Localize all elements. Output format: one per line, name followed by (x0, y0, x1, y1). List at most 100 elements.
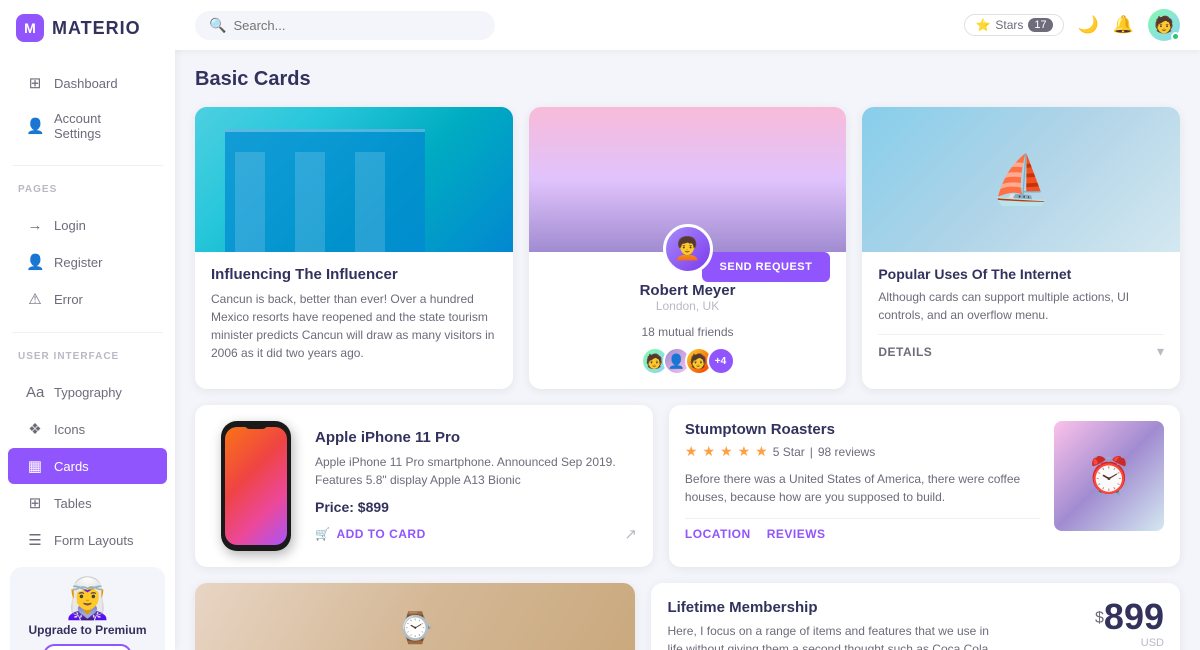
sidebar-item-login[interactable]: → Login (8, 208, 167, 243)
stumptown-image: ⏰ (1054, 421, 1164, 531)
sidebar-item-account-settings[interactable]: 👤 Account Settings (8, 102, 167, 150)
card-stumptown-text: Before there was a United States of Amer… (685, 470, 1040, 506)
avatar[interactable]: 🧑 (1148, 9, 1180, 41)
star-2: ★ (702, 443, 715, 460)
forms-icon: ☰ (26, 531, 44, 549)
sidebar-item-label: Typography (54, 385, 122, 400)
register-icon: 👤 (26, 253, 44, 271)
stumptown-info: Stumptown Roasters ★ ★ ★ ★ ★ 5 Star | 98… (685, 421, 1040, 541)
details-link[interactable]: DETAILS (878, 345, 932, 359)
card-popular-title: Popular Uses Of The Internet (878, 266, 1164, 282)
card-popular-image: ⛵ (862, 107, 1180, 252)
card-iphone-price: Price: $899 (315, 499, 637, 515)
topbar: 🔍 ⭐ Stars 17 🌙 🔔 🧑 (175, 0, 1200, 50)
dashboard-icon: ⊞ (26, 74, 44, 92)
card-lifetime-body: Lifetime Membership Here, I focus on a r… (651, 583, 1180, 650)
upgrade-box: 🧝‍♀️ Upgrade to Premium UPGRADE (10, 567, 165, 650)
sidebar-item-label: Tables (54, 496, 92, 511)
cart-icon: 🛒 (315, 527, 330, 541)
search-box[interactable]: 🔍 (195, 11, 495, 40)
cards-icon: ▦ (26, 457, 44, 475)
content-area: Basic Cards Influencing The Influencer C… (175, 50, 1200, 650)
stars-row: ★ ★ ★ ★ ★ 5 Star | 98 reviews (685, 443, 1040, 460)
star-1: ★ (685, 443, 698, 460)
card-popular-details-row: DETAILS ▾ (878, 334, 1164, 360)
divider-pages (12, 165, 163, 166)
star-label: 5 Star (773, 445, 805, 459)
friend-avatars: 🧑 👤 🧑 +4 (545, 347, 831, 375)
iphone-shape (221, 421, 291, 551)
card-robert: 🧑‍🦱 SEND REQUEST Robert Meyer London, UK… (529, 107, 847, 389)
lifetime-info: Lifetime Membership Here, I focus on a r… (667, 599, 1007, 650)
upgrade-avatar-icon: 🧝‍♀️ (20, 579, 155, 619)
sidebar-pages-nav: → Login 👤 Register ⚠ Error (0, 199, 175, 326)
sidebar-item-cards[interactable]: ▦ Cards (8, 448, 167, 484)
cards-row-1: Influencing The Influencer Cancun is bac… (195, 107, 1180, 389)
card-robert-location: London, UK (545, 299, 831, 313)
sidebar-item-dashboard[interactable]: ⊞ Dashboard (8, 65, 167, 101)
sidebar-item-label: Icons (54, 422, 85, 437)
card-lifetime-title: Lifetime Membership (667, 599, 1007, 616)
stars-label: Stars (995, 18, 1023, 32)
cards-row-2: Apple iPhone 11 Pro Apple iPhone 11 Pro … (195, 405, 1180, 567)
card-stumptown-title: Stumptown Roasters (685, 421, 1040, 438)
typography-icon: Aa (26, 384, 44, 401)
sidebar-item-form-layouts[interactable]: ☰ Form Layouts (8, 522, 167, 558)
reviews-link[interactable]: REVIEWS (767, 527, 826, 541)
card-influencer: Influencing The Influencer Cancun is bac… (195, 107, 513, 389)
card-iphone-text: Apple iPhone 11 Pro smartphone. Announce… (315, 453, 637, 489)
price-unit: USD (1141, 637, 1164, 649)
stars-badge[interactable]: ⭐ Stars 17 (964, 14, 1063, 36)
notifications-icon[interactable]: 🔔 (1113, 15, 1134, 35)
search-input[interactable] (233, 18, 481, 33)
iphone-image-box (211, 421, 301, 551)
cards-row-3: ⌚ Lifetime Membership Here, I focus on a… (195, 583, 1180, 650)
card-influencer-image (195, 107, 513, 252)
add-to-card-button[interactable]: 🛒 ADD TO CARD (315, 527, 426, 541)
building-graphic (195, 107, 513, 252)
section-label-ui: USER INTERFACE (0, 339, 175, 366)
share-icon[interactable]: ↗ (624, 525, 637, 543)
upgrade-button[interactable]: UPGRADE (43, 644, 132, 650)
stumptown-actions: LOCATION REVIEWS (685, 518, 1040, 541)
card-iphone-title: Apple iPhone 11 Pro (315, 429, 637, 446)
card-arm-image: ⌚ (195, 583, 635, 650)
iphone-notch (244, 421, 268, 429)
card-popular: ⛵ Popular Uses Of The Internet Although … (862, 107, 1180, 389)
page-title: Basic Cards (195, 68, 1180, 91)
sidebar-item-tables[interactable]: ⊞ Tables (8, 485, 167, 521)
sidebar-main-nav: ⊞ Dashboard 👤 Account Settings (0, 56, 175, 159)
sidebar-item-register[interactable]: 👤 Register (8, 244, 167, 280)
paper-boat-icon: ⛵ (991, 151, 1051, 208)
sidebar-item-error[interactable]: ⚠ Error (8, 281, 167, 317)
card-iphone: Apple iPhone 11 Pro Apple iPhone 11 Pro … (195, 405, 653, 567)
watch-icon: ⌚ (397, 611, 434, 646)
card-robert-name: Robert Meyer (545, 282, 831, 299)
card-popular-text: Although cards can support multiple acti… (878, 288, 1164, 324)
icons-icon: ❖ (26, 420, 44, 438)
logo-icon: M (16, 14, 44, 42)
sidebar-item-label: Error (54, 292, 83, 307)
sidebar-item-icons[interactable]: ❖ Icons (8, 411, 167, 447)
friend-avatar-more: +4 (707, 347, 735, 375)
price-amount: 899 (1104, 596, 1164, 637)
location-link[interactable]: LOCATION (685, 527, 751, 541)
card-lifetime-text: Here, I focus on a range of items and fe… (667, 622, 1007, 650)
search-icon: 🔍 (209, 17, 226, 34)
add-to-card-label: ADD TO CARD (336, 527, 425, 541)
card-stumptown-body: Stumptown Roasters ★ ★ ★ ★ ★ 5 Star | 98… (669, 405, 1180, 557)
card-robert-image: 🧑‍🦱 (529, 107, 847, 252)
send-request-button[interactable]: SEND REQUEST (702, 252, 831, 282)
avatar-online-indicator (1171, 32, 1180, 41)
section-label-pages: PAGES (0, 172, 175, 199)
card-influencer-text: Cancun is back, better than ever! Over a… (211, 290, 497, 362)
error-icon: ⚠ (26, 290, 44, 308)
sidebar-item-typography[interactable]: Aa Typography (8, 375, 167, 410)
chevron-down-icon: ▾ (1157, 343, 1164, 360)
theme-icon[interactable]: 🌙 (1078, 15, 1099, 35)
card-influencer-body: Influencing The Influencer Cancun is bac… (195, 252, 513, 376)
star-4: ★ (738, 443, 751, 460)
sidebar-item-label: Form Layouts (54, 533, 133, 548)
sidebar-item-label: Register (54, 255, 102, 270)
account-icon: 👤 (26, 117, 44, 135)
